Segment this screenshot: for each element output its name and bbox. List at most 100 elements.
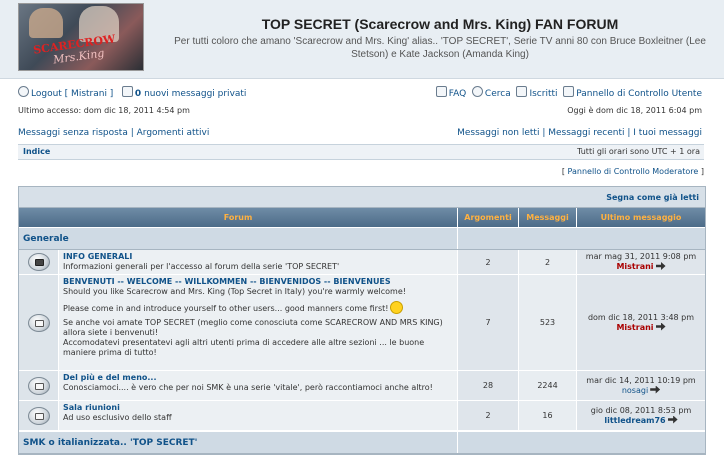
col-last-post: Ultimo messaggio (600, 213, 682, 222)
site-title: TOP SECRET (Scarecrow and Mrs. King) FAN… (261, 16, 619, 32)
logout-icon (18, 86, 29, 97)
view-latest-post-icon[interactable] (655, 262, 666, 270)
timezone-info: Tutti gli orari sono UTC + 1 ora (577, 147, 700, 156)
forum-row: Sala riunioni Ad uso esclusivo dello sta… (19, 401, 705, 431)
forum-description: Please come in and introduce yourself to… (63, 304, 389, 313)
search-icon (471, 86, 483, 97)
view-latest-post-icon[interactable] (667, 415, 678, 424)
category-link[interactable]: SMK o italianizzata.. 'TOP SECRET' (23, 438, 197, 448)
last-post-cell: mar dic 14, 2011 10:19 pm nosagi (577, 371, 705, 400)
topics-count: 2 (458, 250, 519, 274)
forum-name-link[interactable]: BENVENUTI -- WELCOME -- WILLKOMMEN -- BI… (63, 277, 391, 286)
new-posts-link[interactable]: Messaggi recenti (548, 128, 624, 138)
faq-link[interactable]: FAQ (449, 89, 466, 99)
mark-read-link[interactable]: Segna come già letti (606, 193, 699, 202)
logout-link[interactable]: Logout [ Mistrani ] (31, 89, 113, 99)
userbar-left: Logout [ Mistrani ] 0 nuovi messaggi pri… (18, 86, 246, 99)
last-visit: Ultimo accesso: dom dic 18, 2011 4:54 pm (18, 106, 190, 115)
table-header: Forum Argomenti Messaggi Ultimo messaggi… (19, 208, 705, 227)
col-posts: Messaggi (519, 208, 577, 227)
forum-row: INFO GENERALI Informazioni generali per … (19, 250, 705, 275)
faq-icon (435, 86, 447, 97)
last-post-date: dom dic 18, 2011 3:48 pm (587, 312, 695, 322)
forum-description: Should you like Scarecrow and Mrs. King … (63, 287, 406, 296)
posts-count: 2 (519, 250, 577, 274)
private-messages-icon (121, 86, 133, 97)
site-header: SCARECROW Mrs.King TOP SECRET (Scarecrow… (0, 0, 724, 79)
category-row: SMK o italianizzata.. 'TOP SECRET' (19, 431, 705, 454)
topics-count: 7 (458, 275, 519, 370)
user-panel-link[interactable]: Pannello di Controllo Utente (576, 89, 702, 99)
last-post-author[interactable]: nosagi (622, 386, 648, 395)
current-time: Oggi è dom dic 18, 2011 6:04 pm (567, 106, 702, 115)
forum-description: Accomodatevi presentatevi agli altri ute… (63, 338, 425, 357)
forum-description: Informazioni generali per l'accesso al f… (63, 262, 340, 271)
category-row: Generale (19, 227, 705, 250)
search-link[interactable]: Cerca (485, 89, 511, 99)
logo-figure (29, 8, 63, 38)
last-post-cell: mar mag 31, 2011 9:08 pm Mistrani (577, 250, 705, 274)
pm-label: nuovi messaggi privati (144, 89, 247, 99)
breadcrumb-index[interactable]: Indice (23, 147, 50, 156)
forum-status (19, 401, 59, 430)
unanswered-posts-link[interactable]: Messaggi senza risposta (18, 128, 128, 138)
forum-read-icon (27, 406, 50, 425)
site-logo[interactable]: SCARECROW Mrs.King (18, 3, 144, 71)
last-post-date: mar dic 14, 2011 10:19 pm (586, 375, 696, 385)
last-post-date: gio dic 08, 2011 8:53 pm (590, 405, 692, 415)
unread-posts-link[interactable]: Messaggi non letti (457, 128, 539, 138)
site-description: Per tutti coloro che amano 'Scarecrow an… (174, 36, 706, 60)
last-post-author[interactable]: Mistrani (616, 323, 653, 332)
forum-cell: INFO GENERALI Informazioni generali per … (59, 250, 458, 274)
last-post-author[interactable]: littledream76 (604, 416, 665, 425)
forum-row: BENVENUTI -- WELCOME -- WILLKOMMEN -- BI… (19, 275, 705, 371)
forum-description: Conosciamoci.... è vero che per noi SMK … (63, 383, 433, 392)
forum-status (19, 371, 59, 400)
forum-name-link[interactable]: Del più e del meno... (63, 373, 157, 382)
forum-table: Segna come già letti Forum Argomenti Mes… (18, 186, 706, 455)
col-topics: Argomenti (458, 208, 519, 227)
user-panel-icon (563, 86, 575, 97)
table-top-bar: Segna come già letti (19, 187, 705, 208)
navbar: Indice Tutti gli orari sono UTC + 1 ora (18, 144, 704, 160)
topics-count: 2 (458, 401, 519, 430)
view-latest-post-icon[interactable] (655, 322, 666, 331)
forum-name-link[interactable]: Sala riunioni (63, 403, 120, 412)
userbar-right: FAQ Cerca Iscritti Pannello di Controllo… (435, 86, 702, 99)
page: SCARECROW Mrs.King TOP SECRET (Scarecrow… (0, 0, 724, 456)
last-post-date: mar mag 31, 2011 9:08 pm (585, 252, 697, 261)
forum-cell: Del più e del meno... Conosciamoci.... è… (59, 371, 458, 400)
col-forum: Forum (19, 208, 458, 227)
posts-count: 2244 (519, 371, 577, 400)
forum-status (19, 275, 59, 370)
quicklinks-right: Messaggi non letti | Messaggi recenti | … (457, 128, 702, 138)
moderator-panel: [ Pannello di Controllo Moderatore ] (561, 167, 704, 176)
forum-row: Del più e del meno... Conosciamoci.... è… (19, 371, 705, 401)
forum-read-icon (27, 376, 50, 395)
forum-name-link[interactable]: INFO GENERALI (63, 252, 132, 261)
members-link[interactable]: Iscritti (529, 89, 557, 99)
topics-count: 28 (458, 371, 519, 400)
own-posts-link[interactable]: I tuoi messaggi (633, 128, 702, 138)
forum-description: Se anche voi amate TOP SECRET (meglio co… (63, 318, 443, 337)
quicklinks-left: Messaggi senza risposta | Argomenti atti… (18, 128, 210, 138)
private-messages-link[interactable]: 0 nuovi messaggi privati (135, 89, 247, 99)
last-post-cell: dom dic 18, 2011 3:48 pm Mistrani (577, 275, 705, 370)
posts-count: 523 (519, 275, 577, 370)
members-icon (516, 86, 528, 97)
forum-locked-icon (27, 253, 50, 271)
forum-cell: Sala riunioni Ad uso esclusivo dello sta… (59, 401, 458, 430)
category-link[interactable]: Generale (23, 234, 69, 244)
last-post-cell: gio dic 08, 2011 8:53 pm littledream76 (577, 401, 705, 430)
forum-read-icon (27, 313, 50, 332)
last-post-author[interactable]: Mistrani (616, 262, 653, 271)
view-latest-post-icon[interactable] (650, 385, 661, 394)
smiley-icon (390, 301, 404, 314)
forum-description: Ad uso esclusivo dello staff (63, 413, 172, 422)
active-topics-link[interactable]: Argomenti attivi (137, 128, 210, 138)
moderator-panel-link[interactable]: Pannello di Controllo Moderatore (568, 167, 699, 176)
forum-cell: BENVENUTI -- WELCOME -- WILLKOMMEN -- BI… (59, 275, 458, 370)
forum-status (19, 250, 59, 274)
pm-count: 0 (134, 89, 142, 99)
posts-count: 16 (519, 401, 577, 430)
